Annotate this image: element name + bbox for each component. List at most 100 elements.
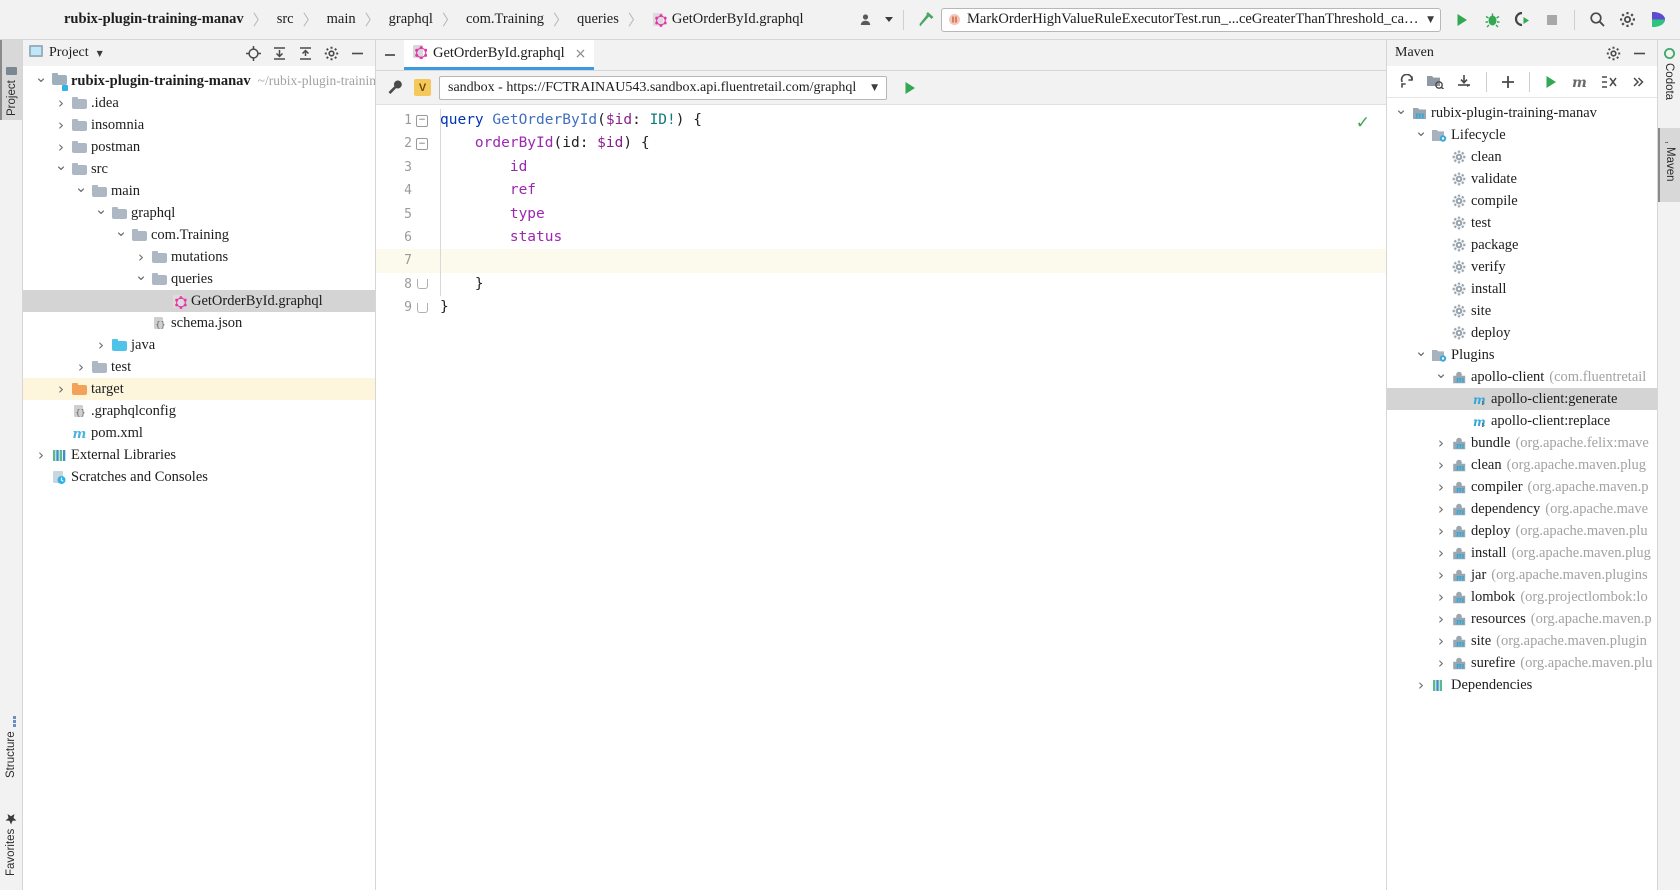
more-icon[interactable] [1623,68,1652,96]
maven-node-resources[interactable]: mresources(org.apache.maven.p [1387,608,1657,630]
chevron-down-icon[interactable] [73,188,89,194]
chevron-right-icon[interactable] [33,446,49,464]
maven-node-validate[interactable]: validate [1387,168,1657,190]
tree-node-schema-json[interactable]: {}schema.json [23,312,375,334]
tree-node-external-libraries[interactable]: External Libraries [23,444,375,466]
chevron-down-icon[interactable] [93,210,109,216]
code-line[interactable]: query GetOrderById($id: ID!) { [432,109,1386,132]
hide-icon[interactable] [376,40,404,70]
tree-node-postman[interactable]: postman [23,136,375,158]
maven-goal-icon[interactable]: m [1565,68,1594,96]
collapse-all-icon[interactable] [293,42,317,64]
code-line[interactable]: } [432,296,1386,319]
code-line[interactable]: ref [432,179,1386,202]
breadcrumb-item-com-training[interactable]: com.Training [466,11,544,28]
chevron-down-icon[interactable]: ▼ [1427,15,1434,25]
maven-node-deploy[interactable]: deploy [1387,322,1657,344]
tab-getorderbyid-graphql[interactable]: GetOrderById.graphql × [404,40,594,70]
locate-icon[interactable] [241,42,265,64]
chevron-down-icon[interactable] [53,166,69,172]
sidebar-item-codota[interactable]: Codota [1658,44,1680,118]
maven-node-plugins[interactable]: Plugins [1387,344,1657,366]
debug-icon[interactable] [1477,6,1507,34]
maven-node-compiler[interactable]: mcompiler(org.apache.maven.p [1387,476,1657,498]
maven-node-site[interactable]: msite(org.apache.maven.plugin [1387,630,1657,652]
generate-sources-icon[interactable] [1422,68,1451,96]
sidebar-item-project[interactable]: Project [0,40,22,120]
code-line[interactable]: type [432,203,1386,226]
fold-toggle-icon[interactable]: − [414,109,430,132]
graphql-variables-badge[interactable]: V [414,79,431,96]
maven-node-bundle[interactable]: mbundle(org.apache.felix:mave [1387,432,1657,454]
account-icon[interactable] [852,6,882,34]
project-tree[interactable]: rubix-plugin-training-manav~/rubix-plugi… [23,66,375,890]
tree-node-mutations[interactable]: mutations [23,246,375,268]
tree-node-queries[interactable]: queries [23,268,375,290]
chevron-right-icon[interactable] [1433,632,1449,650]
graphql-run-icon[interactable] [895,74,925,102]
breadcrumb-item-main[interactable]: main [327,11,356,28]
toggle-skip-tests-icon[interactable] [1594,68,1623,96]
code-line[interactable]: id [432,156,1386,179]
chevron-down-icon[interactable] [1393,110,1409,116]
breadcrumb[interactable]: rubix-plugin-training-manav〉src〉main〉gra… [64,9,804,30]
stop-icon[interactable] [1537,6,1567,34]
search-icon[interactable] [1582,6,1612,34]
code-line[interactable]: orderById(id: $id) { [432,132,1386,155]
fold-collapse-icon[interactable]: − [416,115,428,127]
maven-node-surefire[interactable]: msurefire(org.apache.maven.plu [1387,652,1657,674]
sidebar-item-structure[interactable]: Structure [0,692,22,782]
chevron-right-icon[interactable] [53,380,69,398]
maven-node-jar[interactable]: mjar(org.apache.maven.plugins [1387,564,1657,586]
sidebar-item-maven[interactable]: m Maven [1658,128,1680,202]
tree-node--graphqlconfig[interactable]: {}.graphqlconfig [23,400,375,422]
maven-node-dependencies[interactable]: Dependencies [1387,674,1657,696]
run-icon[interactable] [1447,6,1477,34]
tree-node-pom-xml[interactable]: mpom.xml [23,422,375,444]
expand-all-icon[interactable] [267,42,291,64]
chevron-right-icon[interactable] [1433,500,1449,518]
gear-icon[interactable] [1612,6,1642,34]
chevron-right-icon[interactable] [53,116,69,134]
chevron-right-icon[interactable] [1433,522,1449,540]
fold-end-icon[interactable] [417,303,428,313]
maven-node-rubix-plugin-training-manav[interactable]: mrubix-plugin-training-manav [1387,102,1657,124]
run-icon[interactable] [1537,68,1566,96]
chevron-right-icon[interactable] [1413,676,1429,694]
chevron-right-icon[interactable] [1433,478,1449,496]
chevron-right-icon[interactable] [53,94,69,112]
chevron-down-icon[interactable] [33,78,49,84]
chevron-right-icon[interactable] [1433,544,1449,562]
maven-node-package[interactable]: package [1387,234,1657,256]
chevron-down-icon[interactable] [1433,374,1449,380]
breadcrumb-item-graphql[interactable]: graphql [389,11,433,28]
chevron-right-icon[interactable] [93,336,109,354]
fold-toggle-icon[interactable]: − [414,132,430,155]
chevron-right-icon[interactable] [1433,434,1449,452]
add-icon[interactable] [1494,68,1523,96]
chevron-down-icon[interactable] [1413,132,1429,138]
fold-column[interactable]: −− [414,109,430,320]
account-chevron-down-icon[interactable] [882,6,896,34]
hide-icon[interactable] [1627,42,1651,64]
maven-node-deploy[interactable]: mdeploy(org.apache.maven.plu [1387,520,1657,542]
tree-node-src[interactable]: src [23,158,375,180]
maven-node-apollo-client[interactable]: mapollo-client(com.fluentretail [1387,366,1657,388]
tree-node-getorderbyid-graphql[interactable]: GetOrderById.graphql [23,290,375,312]
close-icon[interactable]: × [575,46,587,62]
tree-node-rubix-plugin-training-manav[interactable]: rubix-plugin-training-manav~/rubix-plugi… [23,70,375,92]
maven-node-lifecycle[interactable]: Lifecycle [1387,124,1657,146]
code-line[interactable] [432,249,1386,272]
maven-node-install[interactable]: minstall(org.apache.maven.plug [1387,542,1657,564]
updates-icon[interactable] [1642,6,1672,34]
maven-node-lombok[interactable]: mlombok(org.projectlombok:lo [1387,586,1657,608]
download-sources-icon[interactable] [1450,68,1479,96]
maven-tree[interactable]: mrubix-plugin-training-manavLifecyclecle… [1387,98,1657,890]
tree-node-com-training[interactable]: com.Training [23,224,375,246]
gear-icon[interactable] [319,42,343,64]
breadcrumb-item-getorderbyid-graphql[interactable]: GetOrderById.graphql [652,11,804,28]
chevron-right-icon[interactable] [1433,456,1449,474]
maven-node-compile[interactable]: compile [1387,190,1657,212]
tree-node-java[interactable]: java [23,334,375,356]
reimport-icon[interactable] [1393,68,1422,96]
